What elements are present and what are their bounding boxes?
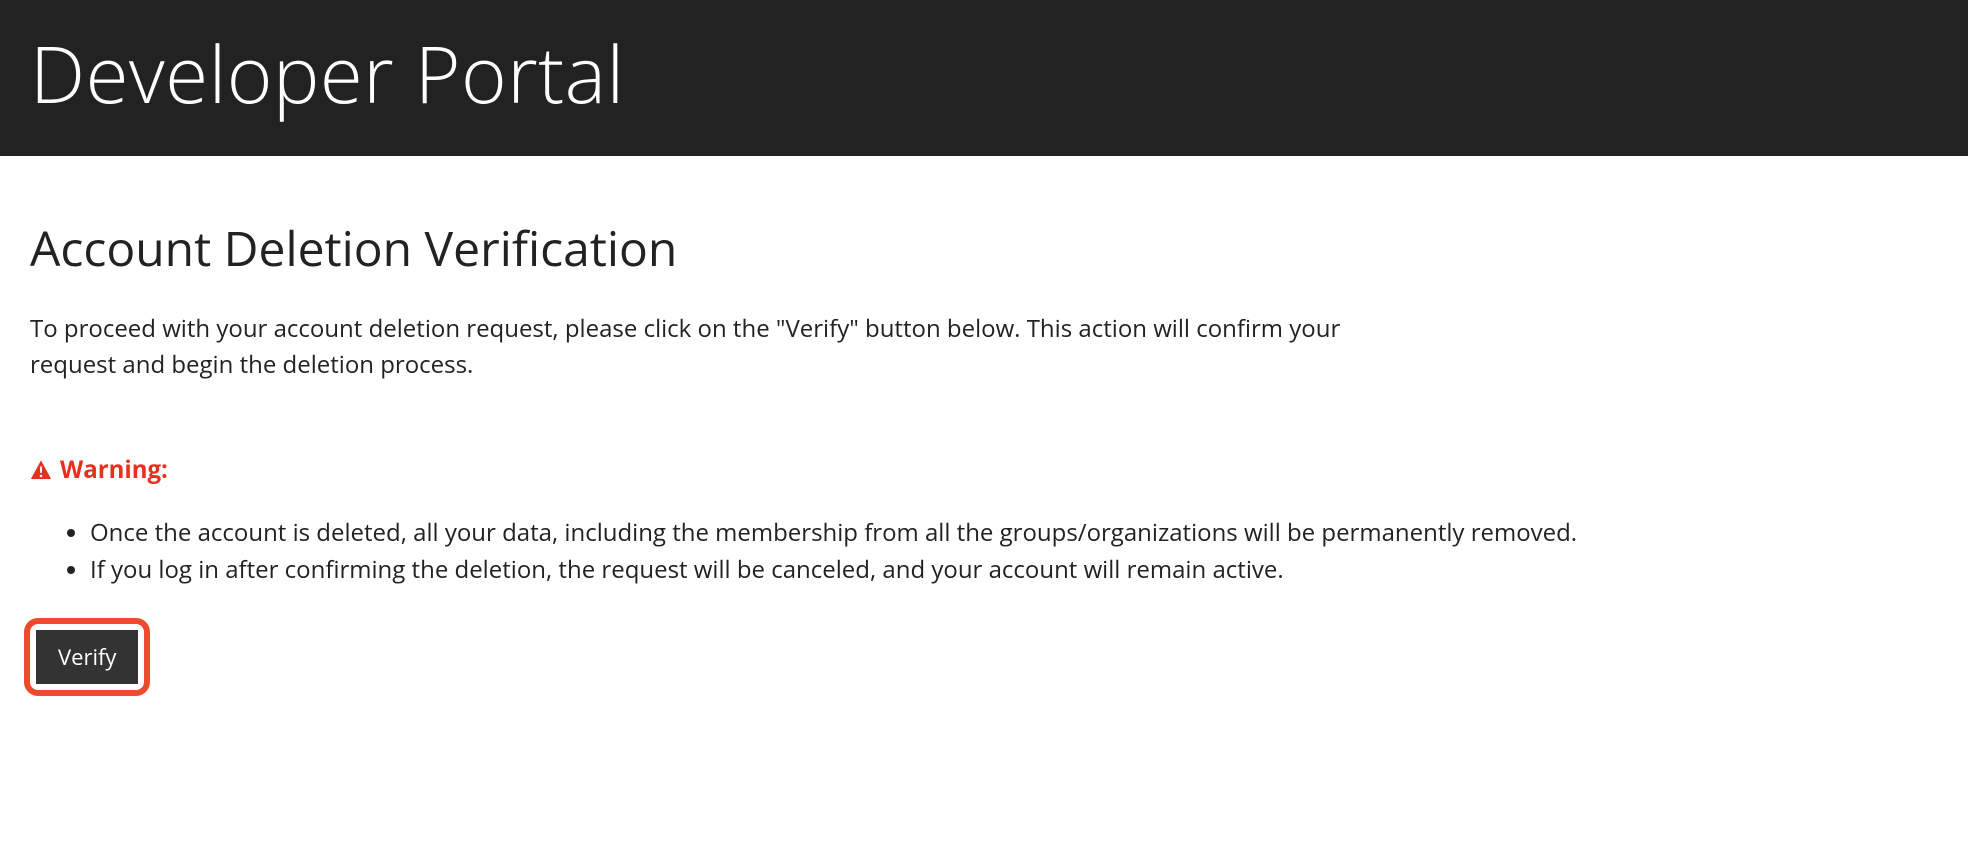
warning-header: Warning: bbox=[30, 453, 1938, 486]
site-title: Developer Portal bbox=[30, 20, 1938, 126]
page-heading: Account Deletion Verification bbox=[30, 216, 1938, 281]
warning-item: If you log in after confirming the delet… bbox=[90, 551, 1938, 588]
warning-label: Warning: bbox=[60, 453, 168, 486]
exclamation-triangle-icon bbox=[30, 459, 52, 481]
intro-paragraph: To proceed with your account deletion re… bbox=[30, 311, 1430, 383]
warning-list: Once the account is deleted, all your da… bbox=[30, 514, 1938, 588]
warning-item: Once the account is deleted, all your da… bbox=[90, 514, 1938, 551]
header-bar: Developer Portal bbox=[0, 0, 1968, 156]
verify-button[interactable]: Verify bbox=[36, 630, 138, 684]
main-content: Account Deletion Verification To proceed… bbox=[0, 156, 1968, 726]
verify-highlight-box: Verify bbox=[24, 618, 150, 696]
